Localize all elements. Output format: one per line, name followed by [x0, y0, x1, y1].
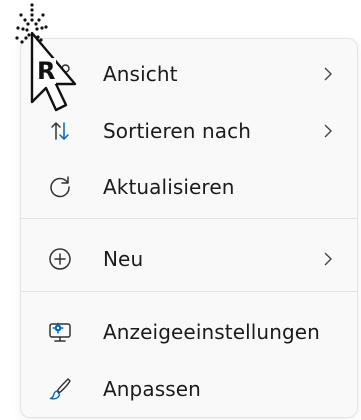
menu-item-label: Anzeigeeinstellungen	[103, 320, 320, 344]
context-menu: Ansicht Sortieren nach Aktualisieren Neu…	[20, 38, 358, 418]
chevron-right-icon	[321, 64, 335, 84]
menu-item-label: Neu	[103, 247, 144, 271]
brush-icon	[47, 376, 73, 402]
view-grid-icon	[47, 61, 73, 87]
display-settings-icon	[47, 319, 73, 345]
menu-item-label: Anpassen	[103, 377, 201, 401]
menu-item-label: Ansicht	[103, 62, 178, 86]
menu-item-label: Sortieren nach	[103, 119, 251, 143]
chevron-right-icon	[321, 249, 335, 269]
menu-item-ansicht[interactable]: Ansicht	[21, 51, 357, 97]
chevron-right-icon	[321, 121, 335, 141]
refresh-icon	[47, 174, 73, 200]
menu-item-aktualisieren[interactable]: Aktualisieren	[21, 164, 357, 210]
menu-separator	[21, 291, 357, 292]
menu-item-anzeigeeinstellungen[interactable]: Anzeigeeinstellungen	[21, 309, 357, 355]
menu-item-label: Aktualisieren	[103, 175, 235, 199]
menu-item-neu[interactable]: Neu	[21, 236, 357, 282]
menu-item-anpassen[interactable]: Anpassen	[21, 366, 357, 412]
menu-item-sortieren-nach[interactable]: Sortieren nach	[21, 108, 357, 154]
menu-separator	[21, 218, 357, 219]
sort-arrows-icon	[47, 118, 73, 144]
add-circle-icon	[47, 246, 73, 272]
desktop-background: Ansicht Sortieren nach Aktualisieren Neu…	[0, 0, 361, 420]
